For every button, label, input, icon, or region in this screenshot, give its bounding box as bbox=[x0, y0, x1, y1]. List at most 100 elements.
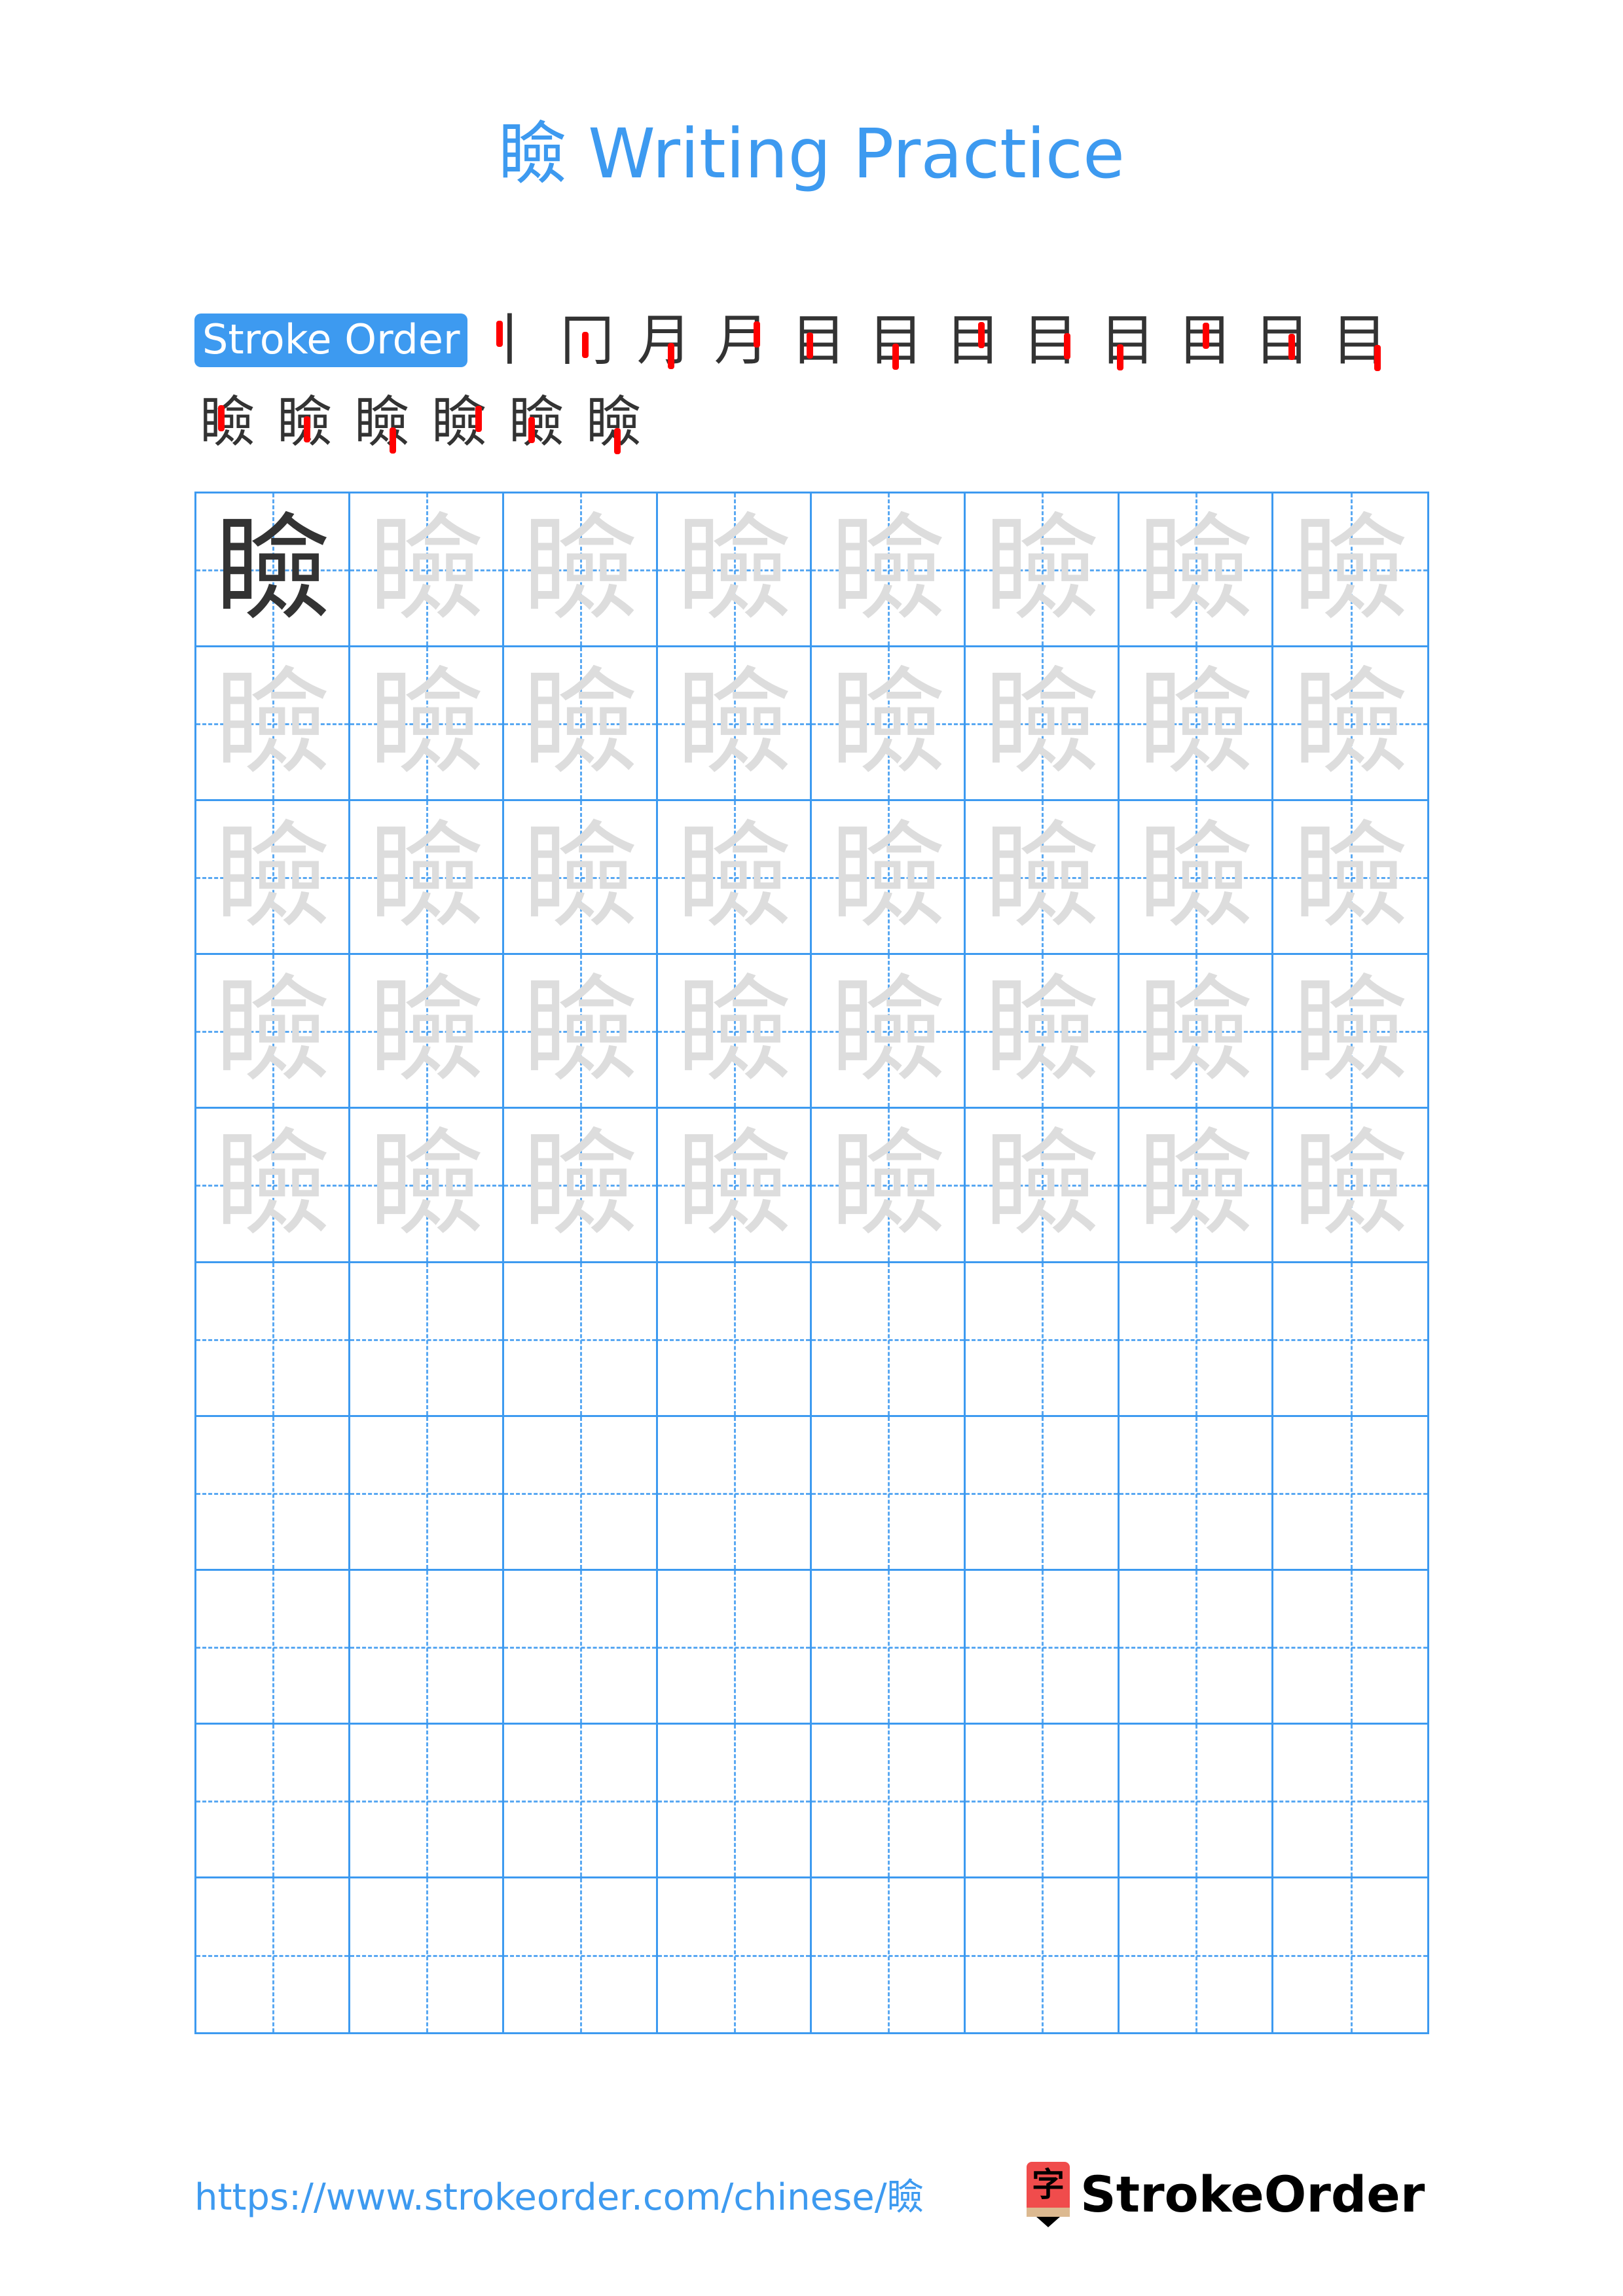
horizontal-guide-line bbox=[350, 1492, 502, 1495]
trace-character: 瞼 bbox=[1137, 656, 1253, 791]
trace-character: 瞼 bbox=[214, 1117, 330, 1252]
stroke-step-glyph: 瞼 bbox=[354, 390, 409, 454]
practice-cell[interactable] bbox=[1120, 1878, 1273, 2032]
horizontal-guide-line bbox=[350, 1955, 502, 1958]
new-stroke-highlight bbox=[1117, 344, 1124, 370]
practice-cell[interactable] bbox=[1120, 1724, 1273, 1878]
practice-cell[interactable] bbox=[196, 1570, 350, 1725]
practice-cell[interactable] bbox=[504, 1724, 658, 1878]
practice-cell[interactable]: 瞼 bbox=[350, 647, 504, 802]
footer-url-link[interactable]: https://www.strokeorder.com/chinese/瞼 bbox=[194, 2172, 924, 2224]
practice-cell[interactable]: 瞼 bbox=[812, 801, 966, 956]
practice-cell[interactable] bbox=[504, 1878, 658, 2032]
practice-cell[interactable]: 瞼 bbox=[350, 1109, 504, 1263]
practice-cell[interactable] bbox=[658, 1878, 812, 2032]
practice-cell[interactable] bbox=[196, 1263, 350, 1417]
practice-cell[interactable]: 瞼 bbox=[1273, 647, 1427, 802]
practice-cell[interactable]: 瞼 bbox=[504, 647, 658, 802]
horizontal-guide-line bbox=[504, 1338, 656, 1341]
practice-cell[interactable]: 瞼 bbox=[966, 493, 1120, 648]
practice-cell[interactable] bbox=[504, 1570, 658, 1725]
practice-cell[interactable]: 瞼 bbox=[504, 955, 658, 1109]
practice-cell[interactable]: 瞼 bbox=[966, 647, 1120, 802]
practice-cell[interactable] bbox=[196, 1416, 350, 1571]
practice-cell[interactable]: 瞼 bbox=[1120, 955, 1273, 1109]
practice-cell[interactable] bbox=[350, 1724, 504, 1878]
practice-cell[interactable] bbox=[966, 1263, 1120, 1417]
practice-cell[interactable]: 瞼 bbox=[812, 1109, 966, 1263]
practice-cell[interactable]: 瞼 bbox=[504, 801, 658, 956]
practice-cell[interactable]: 瞼 bbox=[658, 1109, 812, 1263]
new-stroke-highlight bbox=[218, 405, 225, 431]
practice-cell[interactable] bbox=[504, 1263, 658, 1417]
practice-cell[interactable]: 瞼 bbox=[966, 801, 1120, 956]
practice-cell[interactable] bbox=[196, 1878, 350, 2032]
practice-cell[interactable]: 瞼 bbox=[196, 647, 350, 802]
practice-cell[interactable] bbox=[812, 1724, 966, 1878]
trace-character: 瞼 bbox=[522, 810, 638, 944]
practice-cell[interactable]: 瞼 bbox=[1120, 1109, 1273, 1263]
practice-cell[interactable]: 瞼 bbox=[812, 647, 966, 802]
practice-cell[interactable]: 瞼 bbox=[350, 801, 504, 956]
practice-cell[interactable] bbox=[812, 1878, 966, 2032]
practice-cell[interactable] bbox=[966, 1570, 1120, 1725]
practice-cell[interactable] bbox=[350, 1878, 504, 2032]
practice-cell[interactable] bbox=[658, 1570, 812, 1725]
practice-cell[interactable]: 瞼 bbox=[966, 955, 1120, 1109]
practice-cell[interactable]: 瞼 bbox=[504, 1109, 658, 1263]
practice-cell[interactable]: 瞼 bbox=[196, 955, 350, 1109]
practice-cell[interactable]: 瞼 bbox=[1120, 801, 1273, 956]
horizontal-guide-line bbox=[1273, 1800, 1427, 1803]
practice-cell[interactable] bbox=[658, 1416, 812, 1571]
practice-cell[interactable] bbox=[350, 1416, 504, 1571]
practice-cell[interactable]: 瞼 bbox=[1120, 493, 1273, 648]
practice-cell[interactable] bbox=[1273, 1263, 1427, 1417]
practice-cell[interactable]: 瞼 bbox=[1273, 1109, 1427, 1263]
practice-cell[interactable] bbox=[1273, 1416, 1427, 1571]
practice-cell[interactable]: 瞼 bbox=[350, 955, 504, 1109]
practice-cell[interactable]: 瞼 bbox=[658, 955, 812, 1109]
practice-cell[interactable]: 瞼 bbox=[1273, 493, 1427, 648]
practice-cell[interactable] bbox=[812, 1416, 966, 1571]
practice-cell[interactable] bbox=[1273, 1724, 1427, 1878]
practice-cell[interactable] bbox=[658, 1724, 812, 1878]
practice-cell[interactable] bbox=[196, 1724, 350, 1878]
page-title: 瞼 Writing Practice bbox=[498, 114, 1125, 194]
practice-cell[interactable]: 瞼 bbox=[658, 801, 812, 956]
trace-character: 瞼 bbox=[1137, 502, 1253, 637]
practice-cell[interactable] bbox=[1273, 1878, 1427, 2032]
practice-cell[interactable] bbox=[504, 1416, 658, 1571]
practice-cell[interactable]: 瞼 bbox=[812, 493, 966, 648]
practice-cell[interactable] bbox=[812, 1263, 966, 1417]
practice-cell[interactable]: 瞼 bbox=[658, 493, 812, 648]
trace-character: 瞼 bbox=[830, 656, 945, 791]
practice-cell[interactable]: 瞼 bbox=[1273, 955, 1427, 1109]
practice-cell[interactable] bbox=[1273, 1570, 1427, 1725]
stroke-step-9: 目 bbox=[1095, 308, 1160, 373]
practice-cell[interactable]: 瞼 bbox=[504, 493, 658, 648]
practice-cell[interactable] bbox=[350, 1570, 504, 1725]
practice-cell[interactable]: 瞼 bbox=[812, 955, 966, 1109]
practice-cell[interactable] bbox=[966, 1416, 1120, 1571]
practice-cell[interactable]: 瞼 bbox=[966, 1109, 1120, 1263]
practice-cell[interactable] bbox=[812, 1570, 966, 1725]
practice-cell[interactable] bbox=[1120, 1263, 1273, 1417]
practice-cell[interactable]: 瞼 bbox=[350, 493, 504, 648]
practice-cell[interactable] bbox=[1120, 1416, 1273, 1571]
practice-cell[interactable]: 瞼 bbox=[658, 647, 812, 802]
practice-cell[interactable]: 瞼 bbox=[196, 801, 350, 956]
brand-logo[interactable]: 字 StrokeOrder bbox=[1027, 2159, 1425, 2231]
practice-cell[interactable] bbox=[1120, 1570, 1273, 1725]
practice-cell[interactable] bbox=[966, 1878, 1120, 2032]
practice-cell[interactable]: 瞼 bbox=[196, 493, 350, 648]
pencil-logo-icon: 字 bbox=[1027, 2162, 1070, 2227]
practice-cell[interactable] bbox=[350, 1263, 504, 1417]
practice-cell[interactable]: 瞼 bbox=[1273, 801, 1427, 956]
horizontal-guide-line bbox=[1120, 1338, 1271, 1341]
practice-cell[interactable]: 瞼 bbox=[196, 1109, 350, 1263]
practice-cell[interactable]: 瞼 bbox=[1120, 647, 1273, 802]
stroke-step-11: 目 bbox=[1249, 308, 1315, 373]
practice-cell[interactable] bbox=[966, 1724, 1120, 1878]
practice-cell[interactable] bbox=[658, 1263, 812, 1417]
trace-character: 瞼 bbox=[368, 963, 484, 1098]
